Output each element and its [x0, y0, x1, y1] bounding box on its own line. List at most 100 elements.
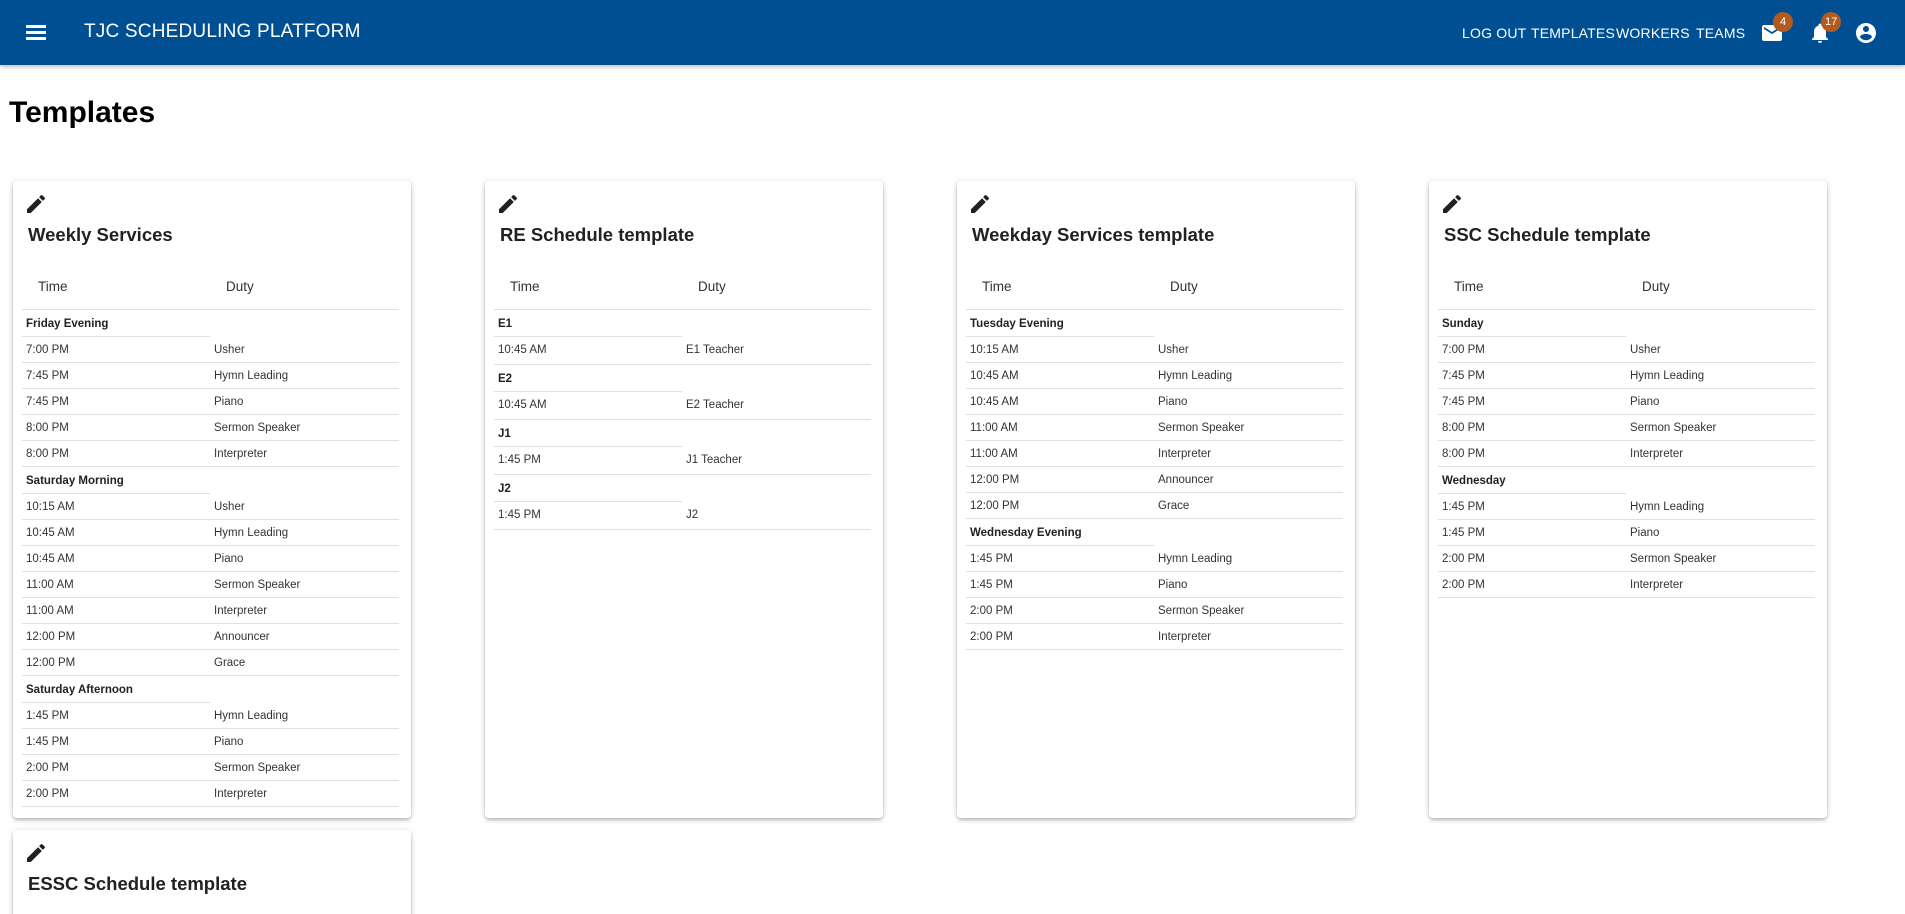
table-header: Time Duty: [22, 263, 399, 310]
table-row: 10:45 AM Piano: [22, 546, 399, 572]
duty-cell: Interpreter: [1158, 448, 1212, 460]
table-row: 11:00 AM Sermon Speaker: [22, 572, 399, 598]
edit-icon[interactable]: [1440, 192, 1464, 216]
table-row: 1:45 PM J1 Teacher: [494, 447, 871, 475]
duty-cell: Hymn Leading: [214, 710, 289, 722]
duty-cell: Piano: [1158, 579, 1188, 591]
duty-cell: Usher: [214, 344, 245, 356]
template-card: SSC Schedule template Time Duty Sunday 7…: [1429, 181, 1827, 818]
table-row: 1:45 PM Hymn Leading: [966, 546, 1343, 572]
table-row: 7:00 PM Usher: [1438, 337, 1815, 363]
table-row: 12:00 PM Announcer: [966, 467, 1343, 493]
duty-cell: Hymn Leading: [1630, 501, 1705, 513]
time-cell: 7:45 PM: [1442, 370, 1485, 382]
table-row: 1:45 PM J2: [494, 502, 871, 530]
duty-cell: Usher: [1158, 344, 1189, 356]
table-row: 11:00 AM Sermon Speaker: [966, 415, 1343, 441]
time-cell: 1:45 PM: [970, 553, 1013, 565]
template-card: RE Schedule template Time Duty E1 10:45 …: [485, 181, 883, 818]
time-cell: 2:00 PM: [970, 631, 1013, 643]
time-cell: 12:00 PM: [970, 474, 1020, 486]
menu-icon[interactable]: [24, 20, 48, 44]
card-title: ESSC Schedule template: [28, 873, 247, 894]
time-cell: 12:00 PM: [970, 500, 1020, 512]
duty-cell: Sermon Speaker: [1630, 553, 1717, 565]
table-row: 8:00 PM Interpreter: [1438, 441, 1815, 467]
group-label: Saturday Afternoon: [22, 676, 399, 703]
table-row: 12:00 PM Announcer: [22, 624, 399, 650]
teams-link[interactable]: TEAMS: [1696, 25, 1745, 41]
table-header: Time Duty: [1438, 263, 1815, 310]
duty-cell: E1 Teacher: [686, 344, 744, 356]
duty-cell: Sermon Speaker: [214, 762, 301, 774]
time-cell: 1:45 PM: [26, 710, 69, 722]
mail-badge: 4: [1773, 12, 1793, 32]
duty-cell: Sermon Speaker: [1158, 605, 1245, 617]
edit-icon[interactable]: [968, 192, 992, 216]
notifications-button[interactable]: 17: [1808, 12, 1842, 45]
duty-cell: Announcer: [1158, 474, 1214, 486]
group-label: J2: [494, 475, 871, 502]
duty-cell: Piano: [214, 396, 244, 408]
table-row: 12:00 PM Grace: [22, 650, 399, 676]
workers-link[interactable]: WORKERS: [1616, 25, 1690, 41]
templates-link[interactable]: TEMPLATES: [1531, 25, 1615, 41]
time-cell: 1:45 PM: [1442, 527, 1485, 539]
edit-icon[interactable]: [24, 841, 48, 865]
group-label: E1: [494, 310, 871, 337]
time-cell: 2:00 PM: [1442, 579, 1485, 591]
table-row: 8:00 PM Sermon Speaker: [22, 415, 399, 441]
table-header: Time Duty: [494, 263, 871, 310]
table-row: 1:45 PM Piano: [966, 572, 1343, 598]
table-row: 10:15 AM Usher: [966, 337, 1343, 363]
table-row: 1:45 PM Piano: [1438, 520, 1815, 546]
time-cell: 10:45 AM: [26, 553, 75, 565]
table-row: 7:45 PM Piano: [1438, 389, 1815, 415]
duty-cell: J1 Teacher: [686, 454, 743, 466]
time-cell: 10:15 AM: [970, 344, 1019, 356]
time-cell: 10:45 AM: [970, 396, 1019, 408]
table-row: 7:45 PM Piano: [22, 389, 399, 415]
duty-column-header: Duty: [1170, 279, 1198, 294]
table-row: 1:45 PM Hymn Leading: [1438, 494, 1815, 520]
table-row: 10:15 AM Usher: [22, 494, 399, 520]
table-row: 11:00 AM Interpreter: [22, 598, 399, 624]
time-cell: 1:45 PM: [498, 509, 541, 521]
time-cell: 8:00 PM: [1442, 422, 1485, 434]
duty-cell: Announcer: [214, 631, 270, 643]
table-row: 8:00 PM Interpreter: [22, 441, 399, 467]
time-cell: 1:45 PM: [970, 579, 1013, 591]
duty-cell: Sermon Speaker: [1158, 422, 1245, 434]
card-title: RE Schedule template: [500, 224, 695, 245]
table-row: 2:00 PM Sermon Speaker: [22, 755, 399, 781]
time-column-header: Time: [510, 279, 540, 294]
time-cell: 10:45 AM: [26, 527, 75, 539]
template-card: Weekly Services Time Duty Friday Evening…: [13, 181, 411, 818]
time-cell: 11:00 AM: [970, 422, 1018, 434]
table-row: 10:45 AM E1 Teacher: [494, 337, 871, 365]
group-label: Saturday Morning: [22, 467, 399, 494]
edit-icon[interactable]: [24, 192, 48, 216]
logout-link[interactable]: LOG OUT: [1462, 25, 1526, 41]
table-row: 10:45 AM Hymn Leading: [22, 520, 399, 546]
table-row: 1:45 PM Piano: [22, 729, 399, 755]
edit-icon[interactable]: [496, 192, 520, 216]
duty-cell: Sermon Speaker: [214, 579, 301, 591]
table-row: 10:45 AM Piano: [966, 389, 1343, 415]
duty-cell: Interpreter: [214, 788, 268, 800]
account-button[interactable]: [1854, 21, 1878, 45]
time-cell: 7:00 PM: [1442, 344, 1485, 356]
duty-cell: E2 Teacher: [686, 399, 744, 411]
time-column-header: Time: [1454, 279, 1484, 294]
time-cell: 7:45 PM: [26, 370, 69, 382]
table-row: 2:00 PM Sermon Speaker: [1438, 546, 1815, 572]
card-title: Weekly Services: [28, 224, 173, 245]
time-cell: 8:00 PM: [1442, 448, 1485, 460]
table-row: 7:45 PM Hymn Leading: [1438, 363, 1815, 389]
schedule-table: Time Duty Tuesday Evening 10:15 AM Usher …: [966, 263, 1343, 650]
duty-cell: Hymn Leading: [1158, 370, 1233, 382]
app-bar: TJC SCHEDULING PLATFORM LOG OUT TEMPLATE…: [0, 0, 1905, 65]
time-cell: 10:15 AM: [26, 501, 75, 513]
table-row: 2:00 PM Interpreter: [966, 624, 1343, 650]
mail-button[interactable]: 4: [1760, 12, 1793, 45]
